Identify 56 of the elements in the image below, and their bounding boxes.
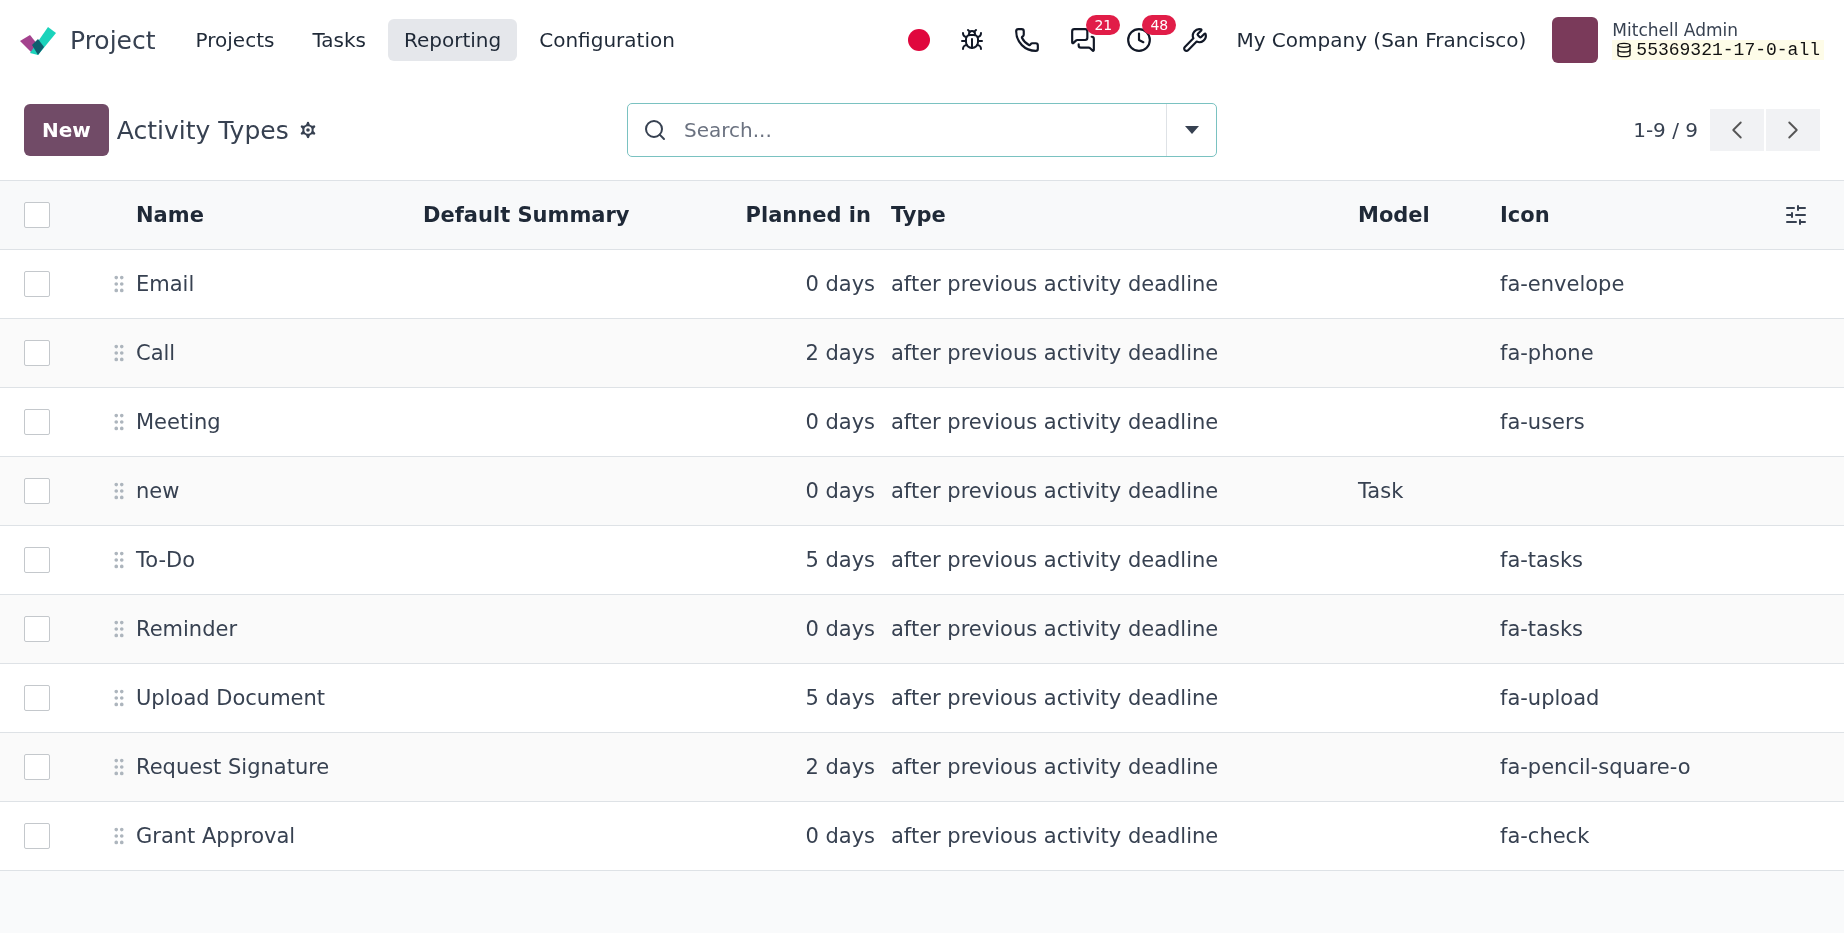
table-cell-text: 0 days	[804, 410, 876, 434]
table-cell-text: Reminder	[136, 617, 239, 641]
table-cell-text: fa-tasks	[1500, 617, 1584, 641]
table-cell-text: new	[136, 479, 181, 503]
table-cell-text: Call	[136, 341, 177, 365]
table-cell-text: after previous activity deadline	[891, 755, 1220, 779]
table-cell-text: 0 days	[804, 824, 876, 848]
pager-value[interactable]: 1-9 / 9	[1633, 118, 1698, 142]
column-header[interactable]: Planned in	[726, 203, 891, 227]
column-header[interactable]: Default Summary	[423, 203, 726, 227]
table-cell-text: Upload Document	[136, 686, 327, 710]
column-header[interactable]: Icon	[1500, 203, 1784, 227]
count-badge: 21	[1086, 15, 1121, 35]
table-cell-text: fa-check	[1500, 824, 1591, 848]
menu-item[interactable]: Reporting	[388, 19, 518, 61]
table-cell-text: To-Do	[136, 548, 197, 572]
user-name[interactable]: Mitchell Admin	[1612, 20, 1824, 40]
menu-item[interactable]: Tasks	[296, 19, 382, 61]
table-cell-text: 0 days	[804, 272, 876, 296]
menu-item[interactable]: Projects	[179, 19, 291, 61]
table-cell-text: 0 days	[804, 479, 876, 503]
table-cell-text: Request Signature	[136, 755, 331, 779]
column-header[interactable]: Name	[136, 203, 423, 227]
table-cell-text: 5 days	[804, 686, 876, 710]
table-cell-text: fa-envelope	[1500, 272, 1626, 296]
table-cell-text: Email	[136, 272, 196, 296]
table-cell-text: after previous activity deadline	[891, 824, 1220, 848]
table-cell-text: fa-tasks	[1500, 548, 1584, 572]
page-title: Activity Types	[116, 115, 289, 145]
table-cell-text: 0 days	[804, 617, 876, 641]
table-cell-text: fa-upload	[1500, 686, 1601, 710]
database-tag: 55369321-17-0-all	[1612, 40, 1824, 60]
table-cell-text: after previous activity deadline	[891, 272, 1220, 296]
table-cell-text: Grant Approval	[136, 824, 297, 848]
table-cell-text: fa-pencil-square-o	[1500, 755, 1692, 779]
count-badge: 48	[1142, 15, 1177, 35]
table-cell-text: 2 days	[804, 341, 876, 365]
column-header[interactable]: Model	[1358, 203, 1500, 227]
table-cell-text: after previous activity deadline	[891, 410, 1220, 434]
new-button[interactable]: New	[24, 104, 109, 156]
table-cell-text: after previous activity deadline	[891, 617, 1220, 641]
table-cell-text: after previous activity deadline	[891, 686, 1220, 710]
table-cell-text: after previous activity deadline	[891, 479, 1220, 503]
table-cell-text: fa-users	[1500, 410, 1586, 434]
table-cell-text: after previous activity deadline	[891, 341, 1220, 365]
table-cell-text: fa-phone	[1500, 341, 1595, 365]
menu-item[interactable]: Configuration	[523, 19, 691, 61]
search-field[interactable]: Search...	[627, 103, 1217, 157]
table-cell-text: after previous activity deadline	[891, 548, 1220, 572]
app-name[interactable]: Project	[70, 25, 156, 55]
table-cell-text: 5 days	[804, 548, 876, 572]
table-cell-text: Task	[1358, 479, 1405, 503]
company-switcher[interactable]: My Company (San Francisco)	[1226, 22, 1537, 58]
table-cell-text: Meeting	[136, 410, 222, 434]
column-header[interactable]: Type	[891, 203, 1358, 227]
table-cell-text: 2 days	[804, 755, 876, 779]
